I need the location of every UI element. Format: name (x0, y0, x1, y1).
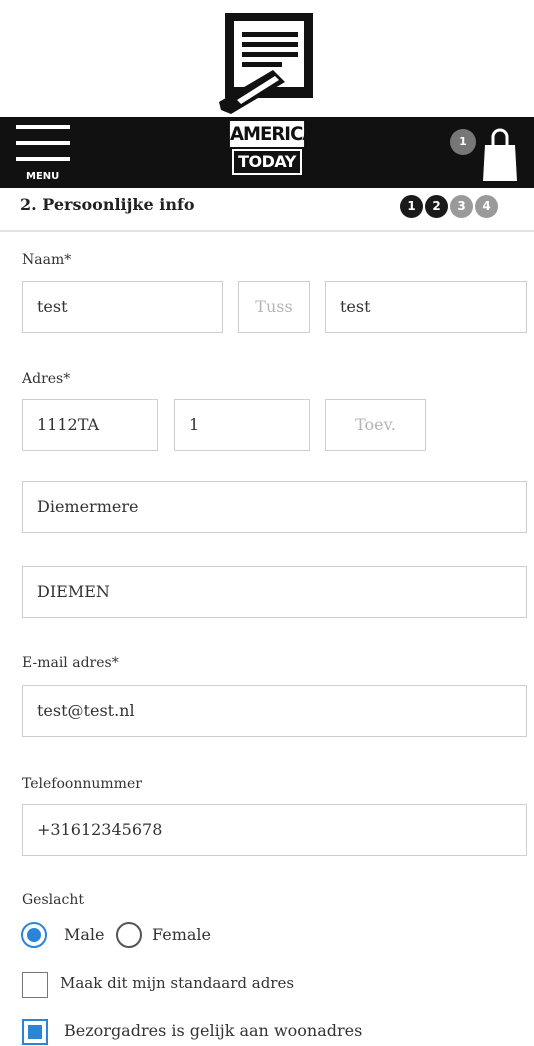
menu-button[interactable]: MENU (14, 117, 72, 188)
logo-text-top: AMERICA (229, 121, 316, 147)
phone-input[interactable]: +31612345678 (22, 804, 527, 856)
menu-label: MENU (26, 171, 60, 182)
site-header: MENU AMERICA TODAY 1 (0, 117, 534, 188)
address-label: Adres* (22, 371, 71, 387)
gender-male-label[interactable]: Male (64, 925, 105, 944)
email-label: E-mail adres* (22, 655, 119, 671)
default-address-checkbox[interactable] (22, 972, 48, 998)
middle-name-input[interactable]: Tuss (238, 281, 310, 333)
email-input[interactable]: test@test.nl (22, 685, 527, 737)
default-address-label[interactable]: Maak dit mijn standaard adres (60, 974, 294, 992)
same-delivery-address-checkbox[interactable] (22, 1019, 48, 1045)
form-edit-icon (219, 13, 313, 114)
gender-label: Geslacht (22, 892, 84, 908)
last-name-input[interactable]: test (325, 281, 527, 333)
cart-button[interactable]: 1 (448, 123, 518, 183)
shopping-bag-icon (483, 128, 517, 181)
name-label: Naam* (22, 252, 72, 268)
city-input[interactable]: DIEMEN (22, 566, 527, 618)
step-indicator-2[interactable]: 2 (425, 195, 448, 218)
logo-text-bottom: TODAY (232, 149, 302, 175)
cart-count-badge: 1 (450, 129, 476, 155)
step-indicator-1[interactable]: 1 (400, 195, 423, 218)
step-indicator-3: 3 (450, 195, 473, 218)
house-number-input[interactable]: 1 (174, 399, 310, 451)
first-name-input[interactable]: test (22, 281, 223, 333)
divider (0, 230, 534, 232)
gender-male-radio[interactable] (21, 922, 47, 948)
postcode-input[interactable]: 1112TA (22, 399, 158, 451)
gender-female-label[interactable]: Female (152, 925, 211, 944)
gender-female-radio[interactable] (116, 922, 142, 948)
street-input[interactable]: Diemermere (22, 481, 527, 533)
america-today-logo[interactable]: AMERICA TODAY (228, 121, 316, 181)
step-indicator-4: 4 (475, 195, 498, 218)
house-number-addition-input[interactable]: Toev. (325, 399, 426, 451)
same-delivery-address-label[interactable]: Bezorgadres is gelijk aan woonadres (64, 1021, 362, 1040)
phone-label: Telefoonnummer (22, 776, 142, 792)
step-title: 2. Persoonlijke info (20, 195, 195, 214)
